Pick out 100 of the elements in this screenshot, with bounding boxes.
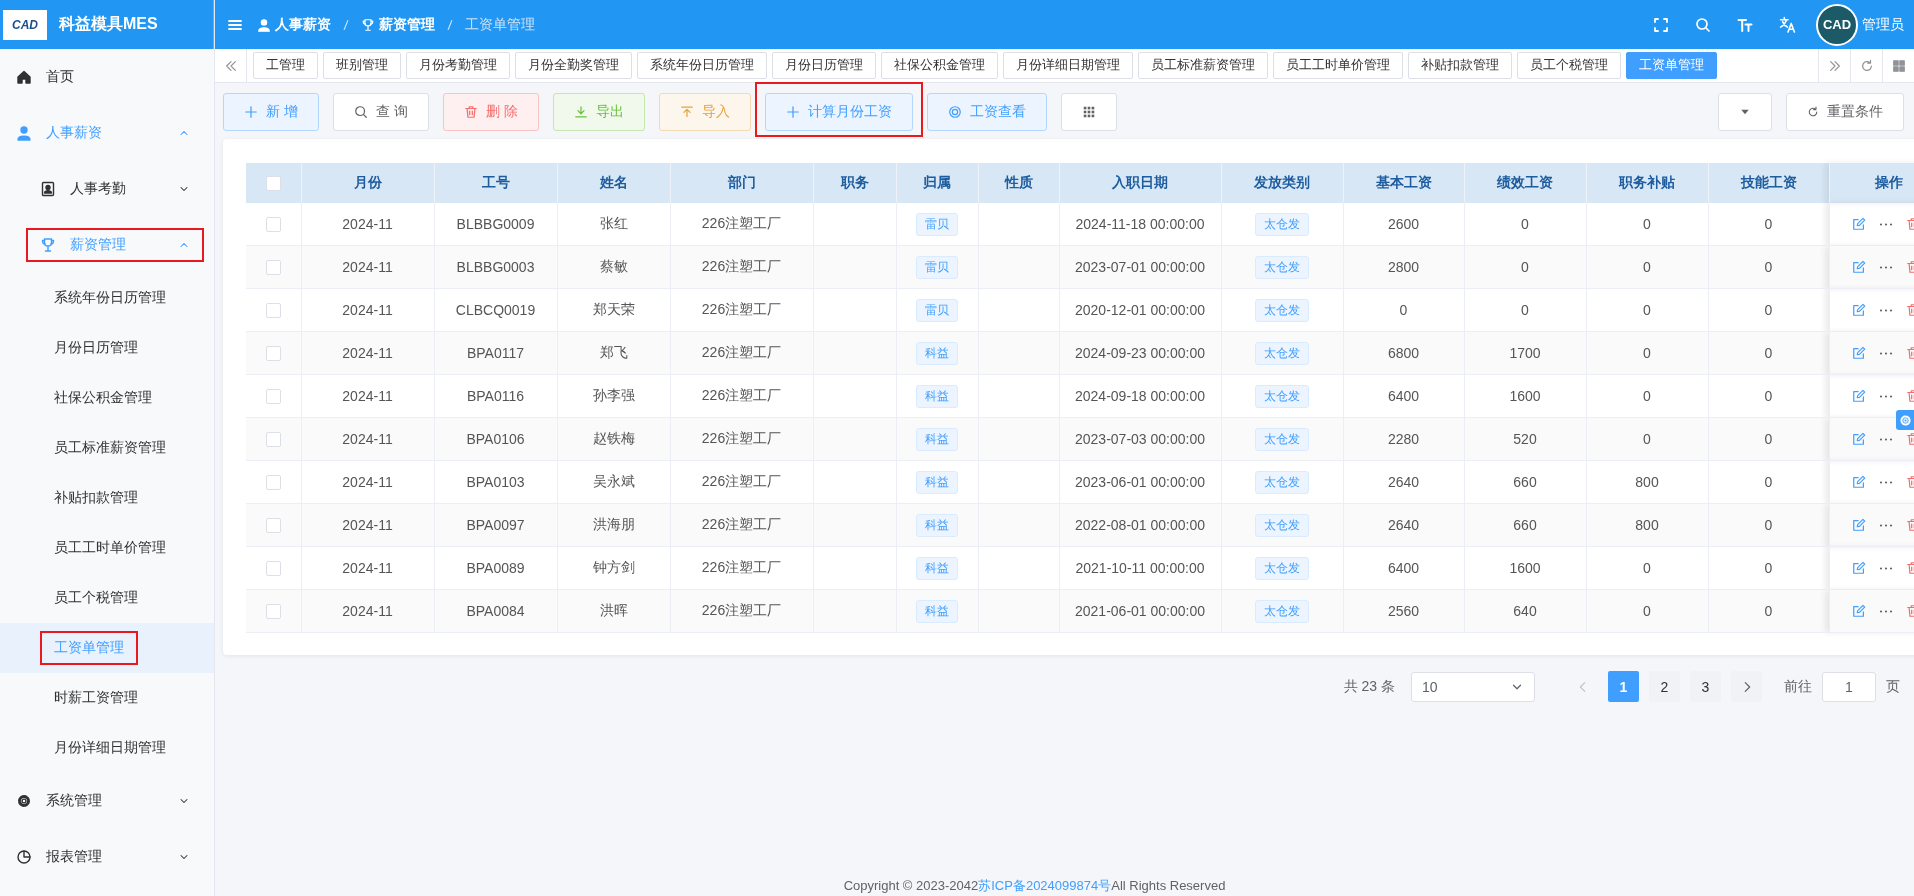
table-cell: 蔡敏: [557, 245, 670, 289]
table-cell: 0: [1586, 288, 1708, 332]
table-cell: 0: [1586, 203, 1708, 246]
table-cell: 640: [1464, 589, 1586, 633]
row-checkbox[interactable]: [265, 217, 281, 233]
table-cell: 0: [1586, 374, 1708, 418]
sidebar-item[interactable]: 员工工时单价管理: [0, 523, 214, 573]
row-checkbox[interactable]: [265, 346, 281, 362]
edit-button[interactable]: [1851, 303, 1866, 317]
sidebar-item[interactable]: 月份日历管理: [0, 323, 214, 373]
edit-button[interactable]: [1851, 217, 1866, 231]
more-button[interactable]: [1879, 265, 1892, 269]
sidebar-item[interactable]: 社保公积金管理: [0, 373, 214, 423]
column-header: 工号: [434, 163, 557, 203]
edit-button[interactable]: [1851, 260, 1866, 274]
row-checkbox[interactable]: [265, 604, 281, 620]
settings-button[interactable]: [1896, 410, 1914, 430]
page-tab[interactable]: 月份全勤奖管理: [515, 52, 632, 79]
tag: 科益: [916, 470, 958, 494]
more-button[interactable]: [1879, 308, 1892, 312]
sidebar-item[interactable]: 员工个税管理: [0, 573, 214, 623]
edit-icon: [1851, 604, 1866, 618]
row-checkbox[interactable]: [265, 303, 281, 319]
page-tab[interactable]: 月份考勤管理: [406, 52, 510, 79]
more-button[interactable]: [1879, 437, 1892, 441]
page-tab[interactable]: 社保公积金管理: [881, 52, 998, 79]
page-button[interactable]: 3: [1690, 671, 1721, 702]
page-button[interactable]: 2: [1649, 671, 1680, 702]
table-cell: CLBCQ0019: [434, 288, 557, 332]
row-checkbox[interactable]: [265, 561, 281, 577]
more-button[interactable]: [1879, 566, 1892, 570]
app-title: 科益模具MES: [59, 14, 158, 34]
row-checkbox[interactable]: [265, 389, 281, 405]
refresh-icon: [1859, 58, 1874, 73]
edit-button[interactable]: [1851, 432, 1866, 446]
more-icon: [1879, 437, 1892, 441]
column-header: 绩效工资: [1464, 163, 1586, 203]
page-tab[interactable]: 月份详细日期管理: [1003, 52, 1133, 79]
more-button[interactable]: [1879, 609, 1892, 613]
table-cell: 800: [1586, 460, 1708, 504]
row-checkbox[interactable]: [265, 432, 281, 448]
select-all-checkbox[interactable]: [265, 176, 281, 192]
table-cell: 1700: [1464, 331, 1586, 375]
sidebar-item[interactable]: 人事考勤: [0, 161, 214, 217]
page-tab[interactable]: 员工标准薪资管理: [1138, 52, 1268, 79]
sidebar-item[interactable]: 系统管理: [0, 773, 214, 829]
sidebar-item[interactable]: 月份详细日期管理: [0, 723, 214, 773]
table-cell: 0: [1586, 589, 1708, 633]
sidebar-item[interactable]: 员工标准薪资管理: [0, 423, 214, 473]
more-button[interactable]: [1879, 351, 1892, 355]
sidebar-item[interactable]: 时薪工资管理: [0, 673, 214, 723]
reset-button[interactable]: 重置条件: [1786, 93, 1904, 131]
page-tab[interactable]: 系统年份日历管理: [637, 52, 767, 79]
table-cell: 洪海朋: [557, 503, 670, 547]
page-unit-label: 页: [1886, 677, 1900, 696]
edit-button[interactable]: [1851, 389, 1866, 403]
edit-icon: [1851, 217, 1866, 231]
page-tab[interactable]: 员工个税管理: [1517, 52, 1621, 79]
page-tab[interactable]: 月份日历管理: [772, 52, 876, 79]
edit-button[interactable]: [1851, 346, 1866, 360]
row-checkbox[interactable]: [265, 260, 281, 276]
row-checkbox[interactable]: [265, 518, 281, 534]
user-avatar[interactable]: CAD: [1816, 3, 1858, 46]
plus-icon: [244, 105, 258, 119]
page-size-select[interactable]: 10: [1411, 671, 1535, 702]
edit-button[interactable]: [1851, 475, 1866, 489]
table-cell: 2024-11: [301, 417, 434, 461]
edit-button[interactable]: [1851, 561, 1866, 575]
sidebar-item[interactable]: 首页: [0, 49, 214, 105]
edit-button[interactable]: [1851, 604, 1866, 618]
trophy-icon: [361, 17, 375, 32]
target-icon: [947, 105, 962, 119]
page-tab[interactable]: 补贴扣款管理: [1408, 52, 1512, 79]
fullscreen-icon: [1653, 16, 1669, 33]
page-tab[interactable]: 班别管理: [323, 52, 401, 79]
sidebar-item[interactable]: 报表管理: [0, 829, 214, 885]
more-button[interactable]: [1879, 523, 1892, 527]
scroll-right-button[interactable]: [1818, 49, 1851, 82]
toolbar-button[interactable]: 查 询: [332, 93, 429, 131]
page-tab[interactable]: 工管理: [253, 52, 318, 79]
table-cell: 2280: [1343, 417, 1464, 461]
sidebar-item[interactable]: 补贴扣款管理: [0, 473, 214, 523]
table-cell: 2021-06-01 00:00:00: [1059, 589, 1221, 633]
columns-button[interactable]: [1060, 93, 1117, 131]
search-icon: [353, 105, 368, 119]
more-button[interactable]: [1879, 222, 1892, 226]
sidebar-item[interactable]: 系统年份日历管理: [0, 273, 214, 323]
table-cell: BPA0089: [434, 546, 557, 590]
goto-page-field[interactable]: 1: [1822, 671, 1876, 702]
more-button[interactable]: [1879, 480, 1892, 484]
column-header: 性质: [978, 163, 1059, 203]
table-cell: BPA0106: [434, 417, 557, 461]
row-checkbox[interactable]: [265, 475, 281, 491]
page-tab[interactable]: 员工工时单价管理: [1273, 52, 1403, 79]
more-button[interactable]: [1879, 394, 1892, 398]
edit-button[interactable]: [1851, 518, 1866, 532]
gear-icon: [16, 793, 32, 809]
user-icon: [257, 17, 271, 32]
column-header: 职务: [813, 163, 896, 203]
column-header: 归属: [896, 163, 978, 203]
